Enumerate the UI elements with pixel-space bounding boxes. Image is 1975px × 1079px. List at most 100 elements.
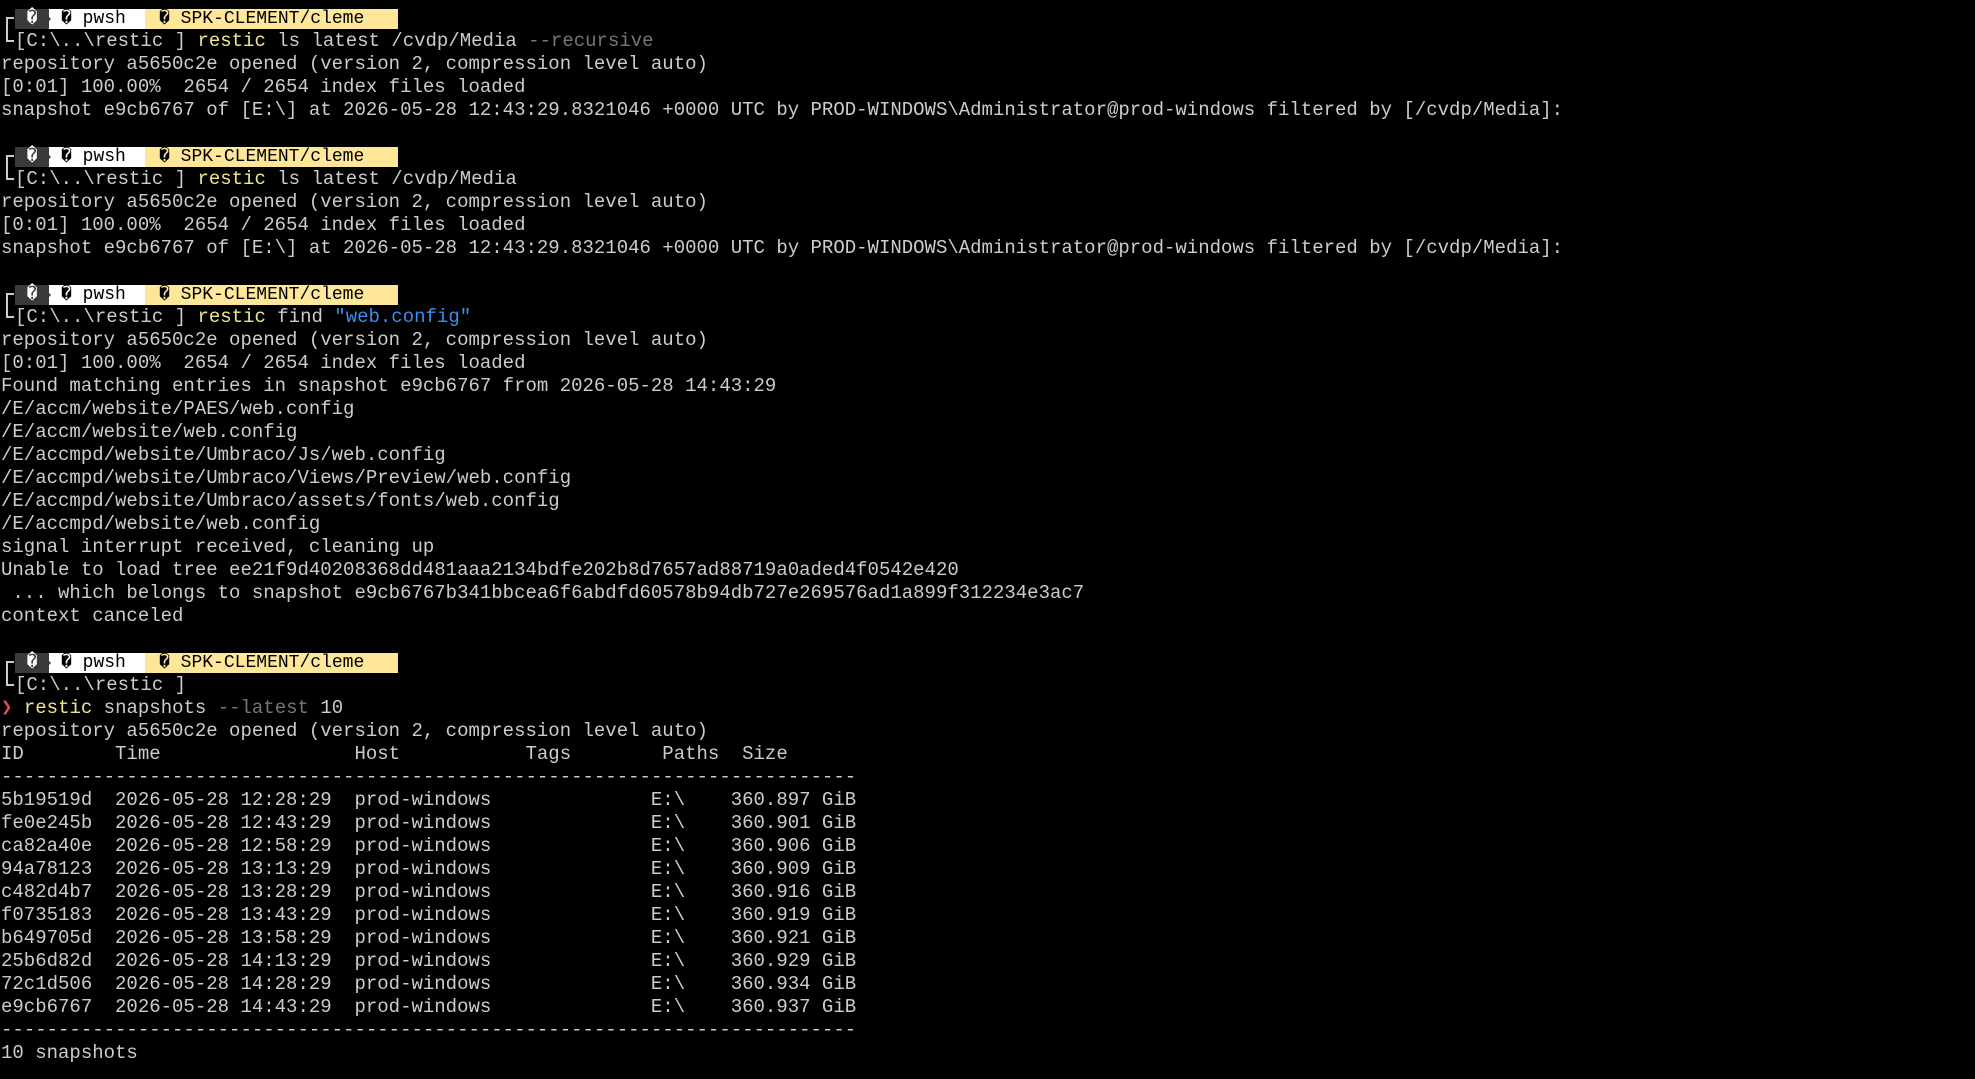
shell-glyph-icon: � [61, 653, 72, 673]
user-name: SPK-CLEMENT/cleme [180, 9, 365, 29]
user-segment: � SPK-CLEMENT/cleme [145, 147, 398, 167]
command-number-arg: 10 [308, 697, 344, 719]
segment-separator-icon [41, 285, 51, 305]
segment-separator-icon [41, 147, 51, 167]
table-header: ID Time Host Tags Paths Size [1, 743, 788, 765]
output-line: /E/accmpd/website/Umbraco/Views/Preview/… [1, 467, 572, 489]
table-rule: ----------------------------------------… [1, 1019, 857, 1041]
user-name: SPK-CLEMENT/cleme [180, 285, 365, 305]
user-segment: � SPK-CLEMENT/cleme [145, 653, 398, 673]
table-row: b649705d 2026-05-28 13:58:29 prod-window… [1, 927, 857, 949]
os-glyph-icon: � [26, 147, 38, 167]
os-glyph-icon: � [26, 653, 38, 673]
table-row: f0735183 2026-05-28 13:43:29 prod-window… [1, 904, 857, 926]
prompt-path-line: [C:\..\restic ] restic ls latest /cvdp/M… [1, 168, 1973, 191]
output-line: repository a5650c2e opened (version 2, c… [1, 720, 708, 742]
terminal-output[interactable]: � � pwsh � SPK-CLEMENT/cleme [C:\..\rest… [1, 7, 1973, 1075]
bracket-close: ] [163, 30, 187, 52]
shell-glyph-icon: � [61, 147, 72, 167]
table-footer: 10 snapshots [1, 1042, 138, 1064]
output-line: repository a5650c2e opened (version 2, c… [1, 329, 708, 351]
table-row: 72c1d506 2026-05-28 14:28:29 prod-window… [1, 973, 857, 995]
segment-separator-icon [41, 9, 51, 29]
output-line: [0:01] 100.00% 2654 / 2654 index files l… [1, 352, 526, 374]
user-segment: � SPK-CLEMENT/cleme [145, 9, 398, 29]
output-line: /E/accmpd/website/Umbraco/Js/web.config [1, 444, 446, 466]
prompt-header: � � pwsh � SPK-CLEMENT/cleme [1, 7, 1973, 41]
os-glyph-icon: � [26, 9, 38, 29]
command-executable: restic [197, 30, 266, 52]
shell-segment: � pwsh [49, 653, 145, 673]
user-glyph-icon: � [159, 285, 170, 305]
table-row: 25b6d82d 2026-05-28 14:13:29 prod-window… [1, 950, 857, 972]
bracket-open: [ [15, 674, 27, 696]
prompt-path-line: [C:\..\restic ] restic ls latest /cvdp/M… [1, 30, 1973, 53]
command-executable: restic [23, 697, 93, 719]
user-glyph-icon: � [159, 147, 170, 167]
command-flag: --latest [217, 697, 309, 719]
prompt-header: � � pwsh � SPK-CLEMENT/cleme [1, 145, 1973, 179]
prompt-header: � � pwsh � SPK-CLEMENT/cleme [1, 651, 1973, 685]
command-string-arg: "web.config" [334, 306, 472, 328]
prompt-chevron-icon: ❯ [1, 697, 13, 719]
command-args: ls latest /cvdp/Media [265, 168, 517, 190]
output-line: signal interrupt received, cleaning up [1, 536, 435, 558]
table-row: c482d4b7 2026-05-28 13:28:29 prod-window… [1, 881, 857, 903]
user-name: SPK-CLEMENT/cleme [180, 653, 365, 673]
prompt-corner-bottom [6, 316, 14, 318]
output-line: ... which belongs to snapshot e9cb6767b3… [1, 582, 1085, 604]
shell-name: pwsh [82, 147, 126, 167]
command-executable: restic [197, 306, 266, 328]
command-args: snapshots [92, 697, 218, 719]
output-line: /E/accmpd/website/web.config [1, 513, 321, 535]
output-line: repository a5650c2e opened (version 2, c… [1, 53, 708, 75]
command-executable: restic [197, 168, 266, 190]
table-row: 94a78123 2026-05-28 13:13:29 prod-window… [1, 858, 857, 880]
bracket-open: [ [15, 168, 27, 190]
bracket-close: ] [163, 306, 187, 328]
shell-glyph-icon: � [61, 285, 72, 305]
output-line: [0:01] 100.00% 2654 / 2654 index files l… [1, 214, 526, 236]
user-glyph-icon: � [159, 9, 170, 29]
bracket-open: [ [15, 306, 27, 328]
prompt-path-line: [C:\..\restic ] [1, 674, 1973, 697]
prompt-header: � � pwsh � SPK-CLEMENT/cleme [1, 283, 1973, 317]
prompt-corner-bottom [6, 684, 14, 686]
user-glyph-icon: � [159, 653, 170, 673]
user-name: SPK-CLEMENT/cleme [180, 147, 365, 167]
bracket-open: [ [15, 30, 27, 52]
output-line: /E/accmpd/website/Umbraco/assets/fonts/w… [1, 490, 560, 512]
table-row: 5b19519d 2026-05-28 12:28:29 prod-window… [1, 789, 857, 811]
prompt-path: C:\..\restic [26, 306, 164, 328]
shell-segment: � pwsh [49, 147, 145, 167]
table-row: fe0e245b 2026-05-28 12:43:29 prod-window… [1, 812, 857, 834]
bracket-close: ] [163, 168, 187, 190]
output-line: snapshot e9cb6767 of [E:\] at 2026-05-28… [1, 99, 1564, 121]
command-line: ❯ restic snapshots --latest 10 [1, 697, 1973, 720]
prompt-path: C:\..\restic [26, 674, 164, 696]
shell-name: pwsh [82, 285, 126, 305]
segment-separator-icon [41, 653, 51, 673]
shell-name: pwsh [82, 653, 126, 673]
output-line: context canceled [1, 605, 184, 627]
output-line: /E/accm/website/web.config [1, 421, 298, 443]
os-glyph-icon: � [26, 285, 38, 305]
command-flag: --recursive [528, 30, 654, 52]
prompt-path: C:\..\restic [26, 30, 164, 52]
prompt-corner-bottom [6, 178, 14, 180]
shell-name: pwsh [82, 9, 126, 29]
user-segment: � SPK-CLEMENT/cleme [145, 285, 398, 305]
bracket-close: ] [163, 674, 187, 696]
output-line: repository a5650c2e opened (version 2, c… [1, 191, 708, 213]
prompt-corner-bottom [6, 40, 14, 42]
prompt-path: C:\..\restic [26, 168, 164, 190]
shell-segment: � pwsh [49, 285, 145, 305]
command-args: find [265, 306, 335, 328]
command-args: ls latest /cvdp/Media [265, 30, 529, 52]
output-line: snapshot e9cb6767 of [E:\] at 2026-05-28… [1, 237, 1564, 259]
output-line: /E/accm/website/PAES/web.config [1, 398, 355, 420]
output-line: Unable to load tree ee21f9d40208368dd481… [1, 559, 959, 581]
